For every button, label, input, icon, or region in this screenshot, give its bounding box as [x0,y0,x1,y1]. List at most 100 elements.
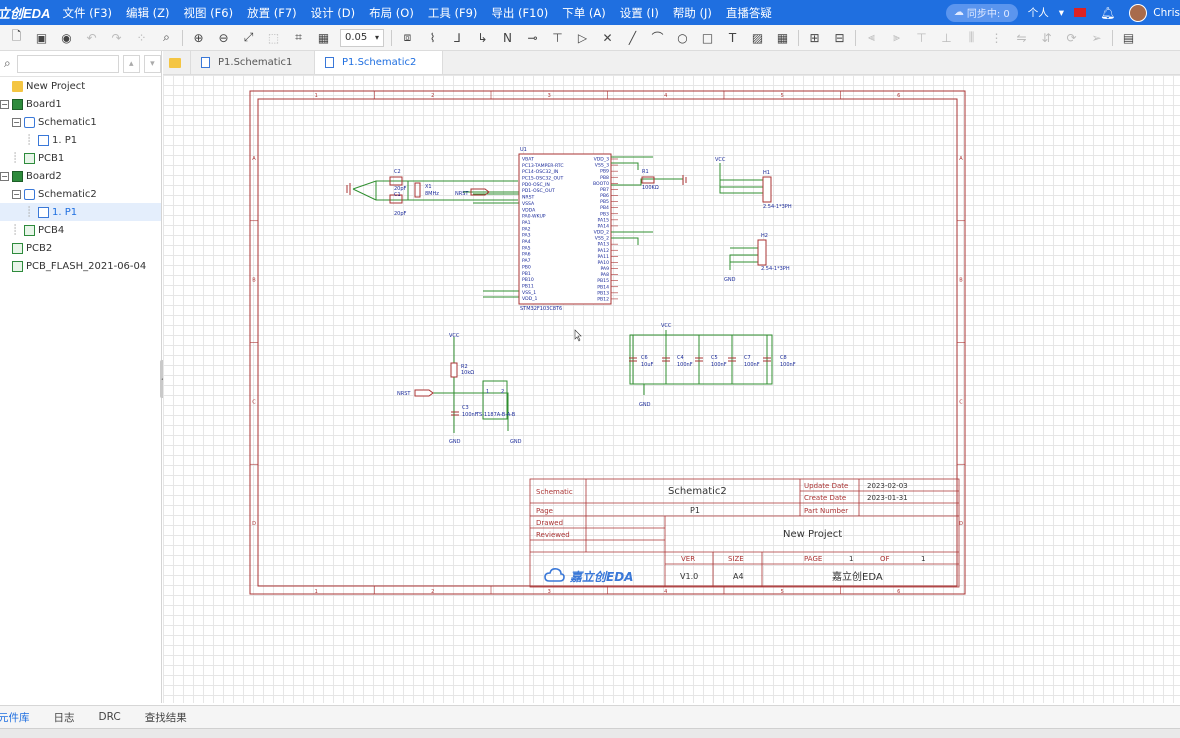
personal-menu[interactable]: 个人 [1028,5,1049,20]
tree-item-page[interactable]: ┊ 1. P1 [0,203,161,221]
camera-icon[interactable]: ◉ [57,28,77,48]
collapse-icon[interactable]: − [12,117,21,127]
tree-item-schematic[interactable]: − Schematic1 [0,113,161,131]
distribute-icon[interactable]: ⋮ [987,28,1007,48]
tab-schematic1[interactable]: P1.Schematic1 [191,51,315,74]
fit-selected-icon[interactable]: ⬚ [264,28,284,48]
rotate-icon[interactable]: ⟳ [1062,28,1082,48]
tree-item-board[interactable]: − Board2 [0,167,161,185]
pin-icon[interactable]: ⊸ [523,28,543,48]
image-icon[interactable]: ▨ [748,28,768,48]
search-input[interactable] [16,54,119,73]
menu-layout[interactable]: 布局 (O) [369,5,414,21]
wire-icon[interactable]: ⌇ [423,28,443,48]
tree-item-page[interactable]: ┊ 1. P1 [0,131,161,149]
undo-icon[interactable]: ↶ [82,28,102,48]
vcc-icon[interactable]: ⊤ [548,28,568,48]
bell-icon[interactable]: 🔔︎ [1100,6,1115,20]
tb-ver-label: VER [681,555,695,563]
tree-item-pcb[interactable]: PCB2 [0,239,161,257]
grid-size-select[interactable]: 0.05 ▾ [340,28,384,47]
component-icon[interactable]: ⧈ [398,28,418,48]
menu-export[interactable]: 导出 (F10) [491,5,548,21]
menu-tools[interactable]: 工具 (F9) [428,5,478,21]
menu-place[interactable]: 放置 (F7) [247,5,297,21]
align-right-icon[interactable]: ⫸ [887,28,907,48]
align-left-icon[interactable]: ⫷ [862,28,882,48]
grid-icon[interactable]: ▦ [314,28,334,48]
no-connect-icon[interactable]: ✕ [598,28,618,48]
clipboard-icon[interactable]: ▤ [1119,28,1139,48]
menu-file[interactable]: 文件 (F3) [62,5,112,21]
flag-icon[interactable] [1074,8,1087,17]
menu-edit[interactable]: 编辑 (Z) [126,5,170,21]
menu-design[interactable]: 设计 (D) [311,5,355,21]
rectangle-icon[interactable]: □ [698,28,718,48]
tree-item-label: PCB2 [26,242,53,254]
tree-item-schematic[interactable]: − Schematic2 [0,185,161,203]
tab-library[interactable]: 元件库 [0,710,42,725]
redo-icon[interactable]: ↷ [107,28,127,48]
tab-find-results[interactable]: 查找结果 [133,710,199,725]
zoom-area-icon[interactable]: ⌗ [289,28,309,48]
zoom-out-icon[interactable]: ⊖ [214,28,234,48]
flip-vertical-icon[interactable]: ⇵ [1037,28,1057,48]
tree-item-pcb[interactable]: ┊ PCB4 [0,221,161,239]
collapse-icon[interactable]: − [0,99,9,109]
tree-item-pcb[interactable]: ┊ PCB1 [0,149,161,167]
circle-icon[interactable]: ○ [673,28,693,48]
mcu-pin-label-right: PA11 [598,254,610,260]
text-icon[interactable]: T [723,28,743,48]
collapse-icon[interactable]: − [12,189,21,199]
prev-arrow-button[interactable]: ▴ [122,54,140,73]
tree-connector: ┊ [12,152,19,164]
align-bottom-icon[interactable]: ⊥ [937,28,957,48]
symbol-icon[interactable]: ⊟ [830,28,850,48]
fit-all-icon[interactable]: ⤢ [239,28,259,48]
find-icon[interactable]: ⌕ [157,28,177,48]
c1-value: 20pF [394,211,407,217]
schematic-canvas[interactable]: 112233445566AABBCCDD C2 20pF C1 20pF X1 … [163,75,1180,703]
tab-log[interactable]: 日志 [42,710,87,725]
menu-help[interactable]: 帮助 (J) [673,5,712,21]
net-port-icon[interactable]: N [498,28,518,48]
port-icon[interactable]: ▷ [573,28,593,48]
new-icon[interactable]: 🗋︎ [7,28,27,48]
chevron-down-icon[interactable]: ▾ [1059,7,1064,19]
tab-label: P1.Schematic1 [218,57,293,68]
menu-view[interactable]: 视图 (F6) [184,5,234,21]
send-icon[interactable]: ➢ [1087,28,1107,48]
chevron-down-icon: ▾ [374,33,379,42]
zoom-in-icon[interactable]: ⊕ [189,28,209,48]
arc-icon[interactable]: ⌒ [648,28,668,48]
net-label-icon[interactable]: ↳ [473,28,493,48]
tree-item-pcb[interactable]: PCB_FLASH_2021-06-04 [0,257,161,275]
grid-select-icon[interactable]: ⁘ [132,28,152,48]
collapse-icon[interactable]: − [0,171,9,181]
table-icon[interactable]: ▦ [773,28,793,48]
tab-drc[interactable]: DRC [87,711,133,723]
menu-live-qa[interactable]: 直播答疑 [726,5,772,21]
menu-right: ☁ 同步中: 0 个人 ▾ 🔔︎ Chris [945,0,1180,25]
tab-project-folder[interactable] [163,51,191,74]
user-name[interactable]: Chris [1153,7,1180,19]
library-icon[interactable]: ⊞ [805,28,825,48]
tree-item-board[interactable]: − Board1 [0,95,161,113]
avatar[interactable] [1129,3,1148,22]
menu-settings[interactable]: 设置 (I) [620,5,659,21]
sync-status-button[interactable]: ☁ 同步中: 0 [945,3,1018,22]
menu-order[interactable]: 下单 (A) [562,5,606,21]
mcu-pin-label-right: PB5 [600,199,609,205]
next-arrow-button[interactable]: ▾ [143,54,161,73]
save-icon[interactable]: ▣ [32,28,52,48]
tree-item-label: Board2 [26,170,62,182]
search-icon[interactable]: ⌕ [4,56,11,71]
tab-schematic2[interactable]: P1.Schematic2 [315,51,443,74]
bus-icon[interactable]: ⅃ [448,28,468,48]
align-center-icon[interactable]: ⫼ [962,28,982,48]
align-top-icon[interactable]: ⊤ [912,28,932,48]
tree-item-label: PCB_FLASH_2021-06-04 [26,260,147,272]
tree-item-folder[interactable]: New Project [0,77,161,95]
line-icon[interactable]: ╱ [623,28,643,48]
flip-horizontal-icon[interactable]: ⇋ [1012,28,1032,48]
